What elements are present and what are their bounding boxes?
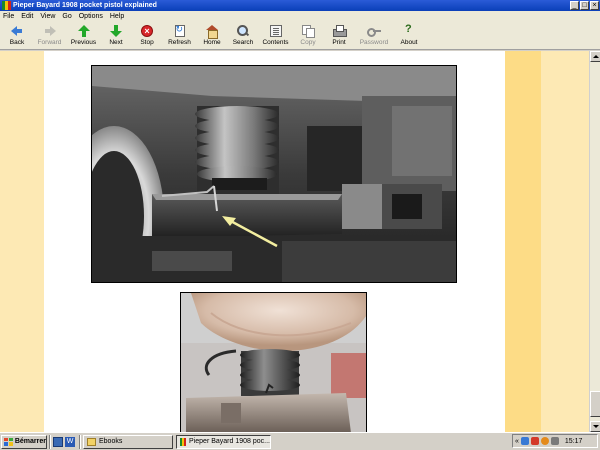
menu-bar: File Edit View Go Options Help (0, 11, 600, 22)
system-tray: « 15:17 (512, 434, 598, 448)
scroll-down-arrow-icon[interactable] (590, 421, 600, 432)
network-icon[interactable] (520, 437, 529, 445)
close-button[interactable]: × (590, 1, 599, 10)
up-arrow-icon (77, 25, 90, 37)
tray-expand-icon[interactable]: « (515, 438, 519, 445)
toolbar: Back Forward Previous Next × Stop Refres… (0, 22, 600, 50)
taskbar: Bémarrer W Ebooks Pieper Bayard 1908 poc… (0, 432, 600, 450)
contents-label: Contents (262, 39, 289, 46)
copy-button[interactable]: Copy (293, 22, 323, 50)
stop-icon: × (141, 25, 153, 37)
search-button[interactable]: Search (228, 22, 258, 50)
copy-icon (302, 25, 315, 38)
back-label: Back (9, 39, 25, 46)
menu-edit[interactable]: Edit (21, 13, 33, 20)
about-label: About (400, 39, 418, 46)
start-button[interactable]: Bémarrer (1, 434, 47, 449)
start-label: Bémarrer (14, 438, 46, 445)
right-margin-band-inner (505, 51, 541, 432)
about-icon (403, 23, 415, 37)
previous-button[interactable]: Previous (67, 22, 100, 50)
forward-label: Forward (37, 39, 62, 46)
next-label: Next (109, 39, 123, 46)
window-title: Pieper Bayard 1908 pocket pistol explain… (13, 2, 157, 9)
search-label: Search (232, 39, 254, 46)
content-pane[interactable] (0, 51, 589, 432)
home-label: Home (203, 39, 221, 46)
word-icon[interactable]: W (65, 436, 75, 447)
previous-label: Previous (70, 39, 97, 46)
password-button[interactable]: Password (355, 22, 393, 50)
volume-icon[interactable] (540, 437, 549, 445)
menu-file[interactable]: File (3, 13, 14, 20)
task-pieper-label: Pieper Bayard 1908 poc... (189, 438, 270, 445)
refresh-button[interactable]: Refresh (163, 22, 196, 50)
refresh-icon (174, 24, 186, 37)
scroll-thumb[interactable] (590, 391, 600, 417)
folder-icon (87, 437, 96, 446)
back-arrow-icon (11, 25, 23, 37)
menu-go[interactable]: Go (62, 13, 71, 20)
print-button[interactable]: Print (324, 22, 354, 50)
contents-icon (269, 25, 282, 37)
contents-button[interactable]: Contents (259, 22, 292, 50)
title-bar: Pieper Bayard 1908 pocket pistol explain… (0, 0, 600, 11)
next-button[interactable]: Next (101, 22, 131, 50)
key-icon (367, 25, 381, 37)
clock[interactable]: 15:17 (565, 438, 583, 445)
search-icon (237, 25, 249, 37)
left-margin-band (0, 51, 44, 432)
right-margin-band-outer (541, 51, 589, 432)
refresh-label: Refresh (168, 39, 191, 46)
maximize-button[interactable]: □ (580, 1, 589, 10)
spring-closeup-photo (91, 65, 457, 283)
stop-button[interactable]: × Stop (132, 22, 162, 50)
window-controls: _ □ × (570, 1, 599, 10)
antivirus-icon[interactable] (550, 437, 559, 445)
back-button[interactable]: Back (2, 22, 32, 50)
show-desktop-icon[interactable] (53, 436, 63, 447)
home-icon (206, 25, 218, 39)
home-button[interactable]: Home (197, 22, 227, 50)
finger-spring-photo (180, 292, 367, 432)
scroll-up-arrow-icon[interactable] (590, 51, 600, 62)
app-icon (2, 1, 11, 10)
password-label: Password (359, 39, 389, 46)
menu-options[interactable]: Options (79, 13, 103, 20)
minimize-button[interactable]: _ (570, 1, 579, 10)
forward-button[interactable]: Forward (33, 22, 66, 50)
print-label: Print (332, 39, 346, 46)
vertical-scrollbar[interactable] (589, 51, 600, 432)
down-arrow-icon (110, 25, 122, 37)
menu-help[interactable]: Help (110, 13, 124, 20)
quicklaunch-separator-2 (79, 434, 81, 449)
windows-logo-icon (4, 437, 13, 446)
menu-view[interactable]: View (40, 13, 55, 20)
copy-label: Copy (300, 39, 316, 46)
ebook-app-icon (180, 437, 187, 446)
task-pieper-bayard[interactable]: Pieper Bayard 1908 poc... (176, 434, 271, 449)
security-icon[interactable] (530, 437, 539, 445)
task-ebooks[interactable]: Ebooks (83, 434, 173, 449)
stop-label: Stop (140, 39, 154, 46)
task-ebooks-label: Ebooks (99, 438, 123, 445)
quicklaunch-separator (49, 434, 51, 449)
forward-arrow-icon (44, 25, 56, 37)
print-icon (333, 25, 347, 37)
about-button[interactable]: About (394, 22, 424, 50)
